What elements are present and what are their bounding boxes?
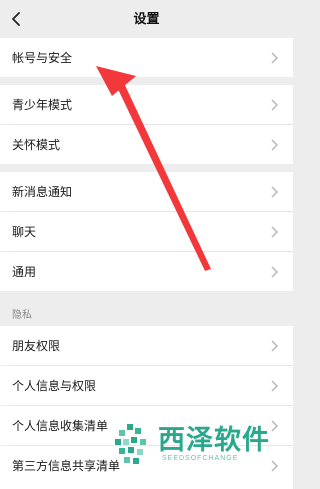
settings-item-label: 个人信息与权限 bbox=[12, 379, 97, 393]
watermark-subtitle: SEEDSOFCHANGE bbox=[162, 455, 239, 462]
section-title: 隐私 bbox=[12, 310, 32, 321]
settings-item-label: 关怀模式 bbox=[12, 138, 61, 152]
chevron-right-icon bbox=[271, 340, 278, 352]
page-title: 设置 bbox=[133, 12, 160, 27]
settings-item-label: 第三方信息共享清单 bbox=[12, 459, 121, 473]
chevron-right-icon bbox=[271, 380, 278, 392]
settings-item-account-security[interactable]: 帐号与安全 bbox=[0, 38, 293, 77]
settings-item-label: 青少年模式 bbox=[12, 98, 73, 112]
chevron-right-icon bbox=[271, 226, 278, 238]
watermark: 西泽软件 SEEDSOFCHANGE bbox=[110, 418, 288, 482]
watermark-logo-icon bbox=[115, 424, 146, 464]
chevron-right-icon bbox=[271, 266, 278, 278]
settings-item-chat[interactable]: 聊天 bbox=[0, 212, 293, 251]
chevron-right-icon bbox=[271, 52, 278, 64]
settings-item-personal-info-permissions[interactable]: 个人信息与权限 bbox=[0, 366, 293, 405]
settings-item-label: 帐号与安全 bbox=[12, 51, 73, 65]
settings-item-notifications[interactable]: 新消息通知 bbox=[0, 172, 293, 211]
settings-item-label: 新消息通知 bbox=[12, 185, 73, 199]
chevron-right-icon bbox=[271, 99, 278, 111]
settings-item-friend-permissions[interactable]: 朋友权限 bbox=[0, 326, 293, 365]
nav-bar: 设置 bbox=[0, 0, 293, 38]
chevron-right-icon bbox=[271, 186, 278, 198]
settings-item-label: 朋友权限 bbox=[12, 339, 61, 353]
settings-item-label: 聊天 bbox=[12, 225, 37, 239]
watermark-name: 西泽软件 bbox=[158, 425, 270, 456]
settings-item-care-mode[interactable]: 关怀模式 bbox=[0, 125, 293, 164]
settings-item-label: 个人信息收集清单 bbox=[12, 419, 109, 433]
chevron-right-icon bbox=[271, 139, 278, 151]
settings-item-label: 通用 bbox=[12, 265, 37, 279]
settings-item-general[interactable]: 通用 bbox=[0, 252, 293, 291]
settings-item-teen-mode[interactable]: 青少年模式 bbox=[0, 85, 293, 124]
